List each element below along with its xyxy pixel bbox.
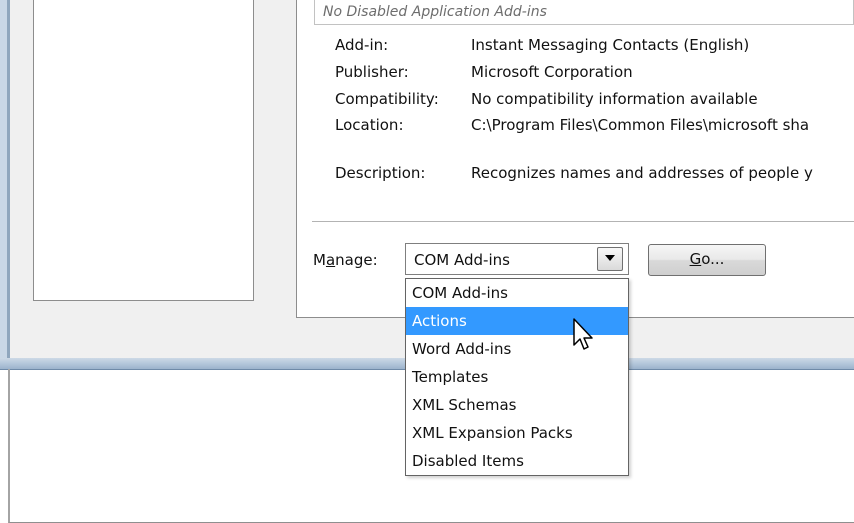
dropdown-option-disabled-items[interactable]: Disabled Items xyxy=(406,447,628,475)
addin-name-label: Add-in: xyxy=(335,36,389,54)
go-button-accesskey: G xyxy=(689,250,702,268)
dropdown-option-templates[interactable]: Templates xyxy=(406,363,628,391)
manage-select-value: COM Add-ins xyxy=(414,251,510,269)
publisher-label: Publisher: xyxy=(335,63,409,81)
dropdown-option-xml-schemas[interactable]: XML Schemas xyxy=(406,391,628,419)
disabled-addins-placeholder: No Disabled Application Add-ins xyxy=(323,4,547,20)
mouse-pointer-icon xyxy=(572,318,598,360)
publisher-value: Microsoft Corporation xyxy=(471,63,633,81)
disabled-addins-list-row[interactable]: No Disabled Application Add-ins xyxy=(314,0,854,25)
window-left-frame-edge xyxy=(7,0,10,370)
go-button-label: o... xyxy=(701,250,725,268)
compatibility-label: Compatibility: xyxy=(335,90,439,108)
content-separator xyxy=(312,221,854,225)
manage-label-suffix: nage: xyxy=(335,251,378,269)
description-value: Recognizes names and addresses of people… xyxy=(471,164,813,182)
options-category-list[interactable] xyxy=(33,0,254,301)
location-label: Location: xyxy=(335,116,404,134)
dropdown-option-com-addins[interactable]: COM Add-ins xyxy=(406,279,628,307)
location-value: C:\Program Files\Common Files\microsoft … xyxy=(471,116,810,134)
description-label: Description: xyxy=(335,164,426,182)
manage-label: Manage: xyxy=(313,251,378,269)
compatibility-value: No compatibility information available xyxy=(471,90,758,108)
chevron-down-icon xyxy=(605,255,615,261)
manage-label-prefix: M xyxy=(313,251,326,269)
addin-name-value: Instant Messaging Contacts (English) xyxy=(471,36,750,54)
go-button[interactable]: Go... xyxy=(648,244,766,276)
dropdown-option-xml-expansion-packs[interactable]: XML Expansion Packs xyxy=(406,419,628,447)
manage-label-accesskey: a xyxy=(325,251,336,269)
